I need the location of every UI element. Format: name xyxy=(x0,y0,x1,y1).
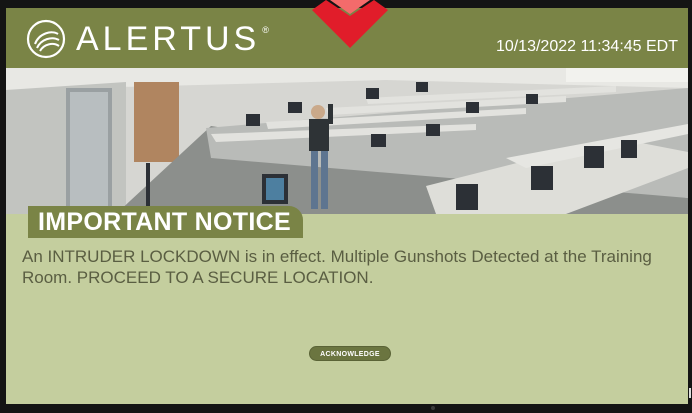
brand-logo: ALERTUS ® xyxy=(26,19,269,59)
monitor-frame: ALERTUS ® 10/13/2022 11:34:45 EDT IMPORT… xyxy=(0,0,692,413)
brand-name: ALERTUS xyxy=(76,20,261,58)
alertus-logo-icon xyxy=(26,19,66,59)
training-room-image xyxy=(6,68,688,214)
alert-timestamp: 10/13/2022 11:34:45 EDT xyxy=(495,38,678,55)
registered-mark: ® xyxy=(262,25,269,35)
bezel-mark xyxy=(689,388,691,398)
camera-snapshot xyxy=(6,68,688,214)
acknowledge-button[interactable]: ACKNOWLEDGE xyxy=(309,346,391,361)
notice-heading: IMPORTANT NOTICE xyxy=(28,206,303,238)
alert-screen: ALERTUS ® 10/13/2022 11:34:45 EDT IMPORT… xyxy=(6,8,688,404)
alert-beacon-icon xyxy=(312,0,388,48)
alert-message: An INTRUDER LOCKDOWN is in effect. Multi… xyxy=(22,247,652,287)
power-indicator xyxy=(431,406,435,410)
